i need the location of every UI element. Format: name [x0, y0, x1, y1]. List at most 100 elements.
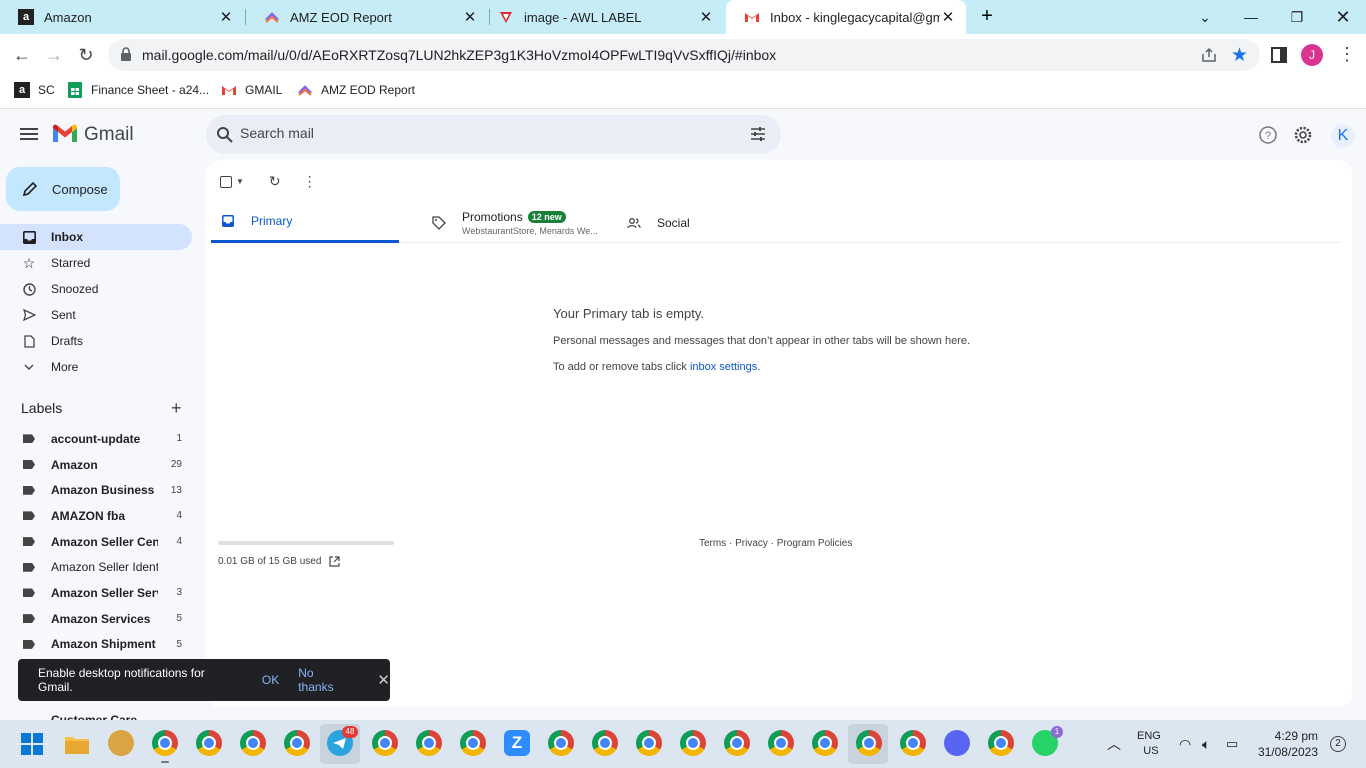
label-item[interactable]: AMAZON fba 4	[0, 503, 192, 529]
notifications-button[interactable]: 2	[1330, 720, 1346, 768]
chrome-icon[interactable]	[680, 730, 706, 756]
chrome-icon[interactable]	[636, 730, 662, 756]
wifi-icon[interactable]: ◠	[1179, 720, 1191, 768]
label-item[interactable]: Amazon Seller Cen... 4	[0, 529, 192, 555]
nav-item-drafts[interactable]: Drafts	[0, 328, 192, 354]
gmail-app: Gmail ? K Compose Inbox ☆ Starred Snooze…	[0, 109, 1366, 727]
clickup-icon	[264, 9, 280, 25]
tab-primary[interactable]: Primary	[211, 202, 399, 243]
chrome-icon[interactable]	[724, 730, 750, 756]
bookmark-star-icon[interactable]: ★	[1231, 44, 1248, 67]
discord-icon[interactable]	[944, 730, 970, 756]
file-explorer-icon[interactable]	[64, 733, 90, 755]
forward-button[interactable]: →	[41, 42, 67, 68]
bookmark-amz-eod[interactable]: AMZ EOD Report	[297, 82, 415, 98]
tab-promotions[interactable]: Promotions 12 new WebstaurantStore, Menar…	[422, 202, 612, 243]
chrome-icon[interactable]	[240, 730, 266, 756]
select-dropdown-icon[interactable]: ▼	[236, 177, 244, 186]
chrome-icon[interactable]	[284, 730, 310, 756]
language-indicator[interactable]: ENG US	[1137, 720, 1161, 768]
bookmark-finance-sheet[interactable]: Finance Sheet - a24...	[67, 82, 209, 98]
label-item[interactable]: Amazon 29	[0, 452, 192, 478]
chrome-icon[interactable]	[196, 730, 222, 756]
chrome-icon[interactable]	[988, 730, 1014, 756]
help-icon[interactable]: ?	[1258, 125, 1278, 145]
nav-item-snoozed[interactable]: Snoozed	[0, 276, 192, 302]
nav-item-sent[interactable]: Sent	[0, 302, 192, 328]
compose-button[interactable]: Compose	[6, 167, 120, 211]
add-label-icon[interactable]: +	[171, 398, 182, 419]
refresh-icon[interactable]: ↻	[269, 173, 281, 190]
browser-tab-inbox[interactable]: Inbox - kinglegacycapital@gmail ✕	[726, 0, 966, 34]
external-link-icon[interactable]	[329, 556, 341, 567]
chrome-icon[interactable]	[592, 730, 618, 756]
tab-search-icon[interactable]: ⌄	[1182, 0, 1228, 34]
clock[interactable]: 4:29 pm 31/08/2023	[1258, 720, 1318, 768]
tab-social[interactable]: Social	[617, 202, 767, 243]
volume-icon[interactable]: 🔈︎	[1202, 720, 1210, 768]
label-item[interactable]: Amazon Shipment 5	[0, 632, 192, 658]
address-bar[interactable]: mail.google.com/mail/u/0/d/AEoRXRTZosq7L…	[108, 39, 1260, 71]
browser-tab-amz-eod[interactable]: AMZ EOD Report ✕	[246, 0, 488, 34]
close-tab-icon[interactable]: ✕	[940, 8, 956, 26]
new-tab-button[interactable]: +	[976, 5, 998, 27]
chrome-icon-active[interactable]	[856, 730, 882, 756]
label-item[interactable]: Amazon Services 5	[0, 606, 192, 632]
windows-start-icon[interactable]	[21, 733, 43, 755]
toast-ok-button[interactable]: OK	[262, 673, 279, 687]
chrome-icon[interactable]	[460, 730, 486, 756]
footer-links[interactable]: Terms · Privacy · Program Policies	[699, 538, 852, 549]
toast-no-thanks-button[interactable]: No thanks	[298, 666, 350, 694]
browser-tab-amazon[interactable]: a Amazon ✕	[0, 0, 244, 34]
browser-menu-icon[interactable]: ⋮	[1338, 44, 1356, 65]
gear-icon[interactable]	[1293, 125, 1313, 145]
tray-overflow-icon[interactable]: ︿	[1107, 720, 1121, 768]
labels-heading: Labels	[21, 400, 63, 416]
label-tag-icon	[23, 562, 35, 572]
battery-icon[interactable]: ▭	[1226, 720, 1238, 768]
browser-tab-awl-label[interactable]: image - AWL LABEL ✕	[480, 0, 724, 34]
minimize-button[interactable]: —	[1228, 0, 1274, 34]
whatsapp-icon[interactable]: 1	[1032, 726, 1063, 756]
close-tab-icon[interactable]: ✕	[462, 8, 478, 26]
reload-button[interactable]: ↻	[73, 42, 99, 68]
more-options-icon[interactable]: ⋮	[303, 173, 317, 190]
select-all-checkbox[interactable]	[220, 175, 232, 188]
nav-item-label: More	[51, 360, 79, 374]
search-icon[interactable]	[216, 126, 234, 144]
chrome-icon[interactable]	[900, 730, 926, 756]
chrome-icon[interactable]	[372, 730, 398, 756]
bookmark-gmail[interactable]: GMAIL	[221, 82, 282, 98]
close-tab-icon[interactable]: ✕	[698, 8, 714, 26]
app-icon[interactable]	[108, 730, 134, 756]
side-panel-icon[interactable]	[1271, 47, 1287, 63]
chrome-icon[interactable]	[416, 730, 442, 756]
chrome-icon[interactable]	[768, 730, 794, 756]
main-menu-icon[interactable]	[20, 128, 38, 140]
nav-item-more[interactable]: More	[0, 354, 192, 380]
zoom-icon[interactable]: Z	[504, 730, 530, 756]
close-tab-icon[interactable]: ✕	[218, 8, 234, 26]
close-window-button[interactable]: ✕	[1320, 0, 1366, 34]
share-icon[interactable]	[1200, 46, 1218, 64]
close-icon[interactable]: ✕	[377, 671, 390, 689]
chrome-icon[interactable]	[548, 730, 574, 756]
chrome-icon[interactable]	[152, 730, 178, 763]
nav-item-inbox[interactable]: Inbox	[0, 224, 192, 250]
label-item[interactable]: Amazon Seller Ident.	[0, 554, 192, 580]
back-button[interactable]: ←	[9, 42, 35, 68]
telegram-icon[interactable]: 48	[327, 726, 358, 756]
inbox-settings-link[interactable]: inbox settings	[690, 361, 757, 373]
account-avatar[interactable]: K	[1331, 124, 1355, 148]
nav-item-starred[interactable]: ☆ Starred	[0, 250, 192, 276]
bookmark-sc[interactable]: a SC	[14, 82, 55, 98]
profile-avatar[interactable]: J	[1301, 44, 1323, 66]
label-item[interactable]: Amazon Seller Servi. 3	[0, 580, 192, 606]
search-options-icon[interactable]	[750, 126, 766, 142]
search-input[interactable]	[240, 125, 720, 141]
chrome-icon[interactable]	[812, 730, 838, 756]
restore-button[interactable]: ❐	[1274, 0, 1320, 34]
label-item[interactable]: account-update 1	[0, 426, 192, 452]
label-item[interactable]: Amazon Business 13	[0, 477, 192, 503]
url-text: mail.google.com/mail/u/0/d/AEoRXRTZosq7L…	[142, 47, 777, 63]
